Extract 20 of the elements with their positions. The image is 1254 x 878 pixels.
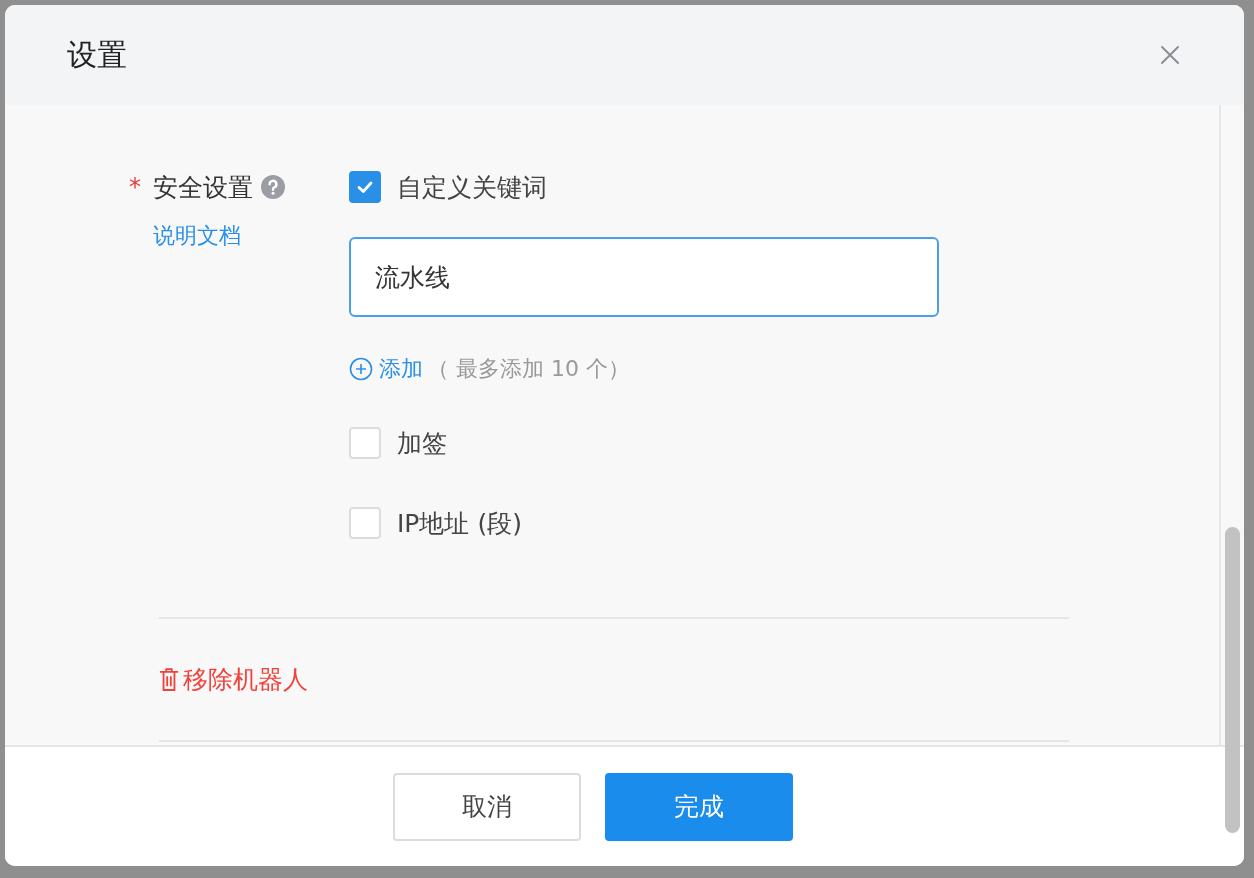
plus-circle-icon [349,357,373,381]
dialog-title: 设置 [67,35,127,74]
add-limit-hint: （ 最多添加 10 个） [427,355,630,383]
option-label: 自定义关键词 [397,171,547,204]
add-link[interactable]: 添加 [349,354,423,384]
scrollbar-thumb[interactable] [1225,527,1240,833]
field-label: 安全设置 [153,171,253,204]
remove-robot-link[interactable]: 移除机器人 [159,663,308,696]
option-label: IP地址 (段) [397,507,522,540]
required-mark: * [129,173,142,201]
keyword-value: 流水线 [375,261,450,294]
documentation-link[interactable]: 说明文档 [153,221,241,251]
help-icon[interactable] [261,175,285,199]
checkbox[interactable] [349,171,381,203]
cancel-button[interactable]: 取消 [392,772,581,841]
confirm-button[interactable]: 完成 [604,772,793,841]
option-label: 加签 [397,427,447,460]
keyword-input-field[interactable]: 流水线 [349,237,939,317]
trash-icon [159,667,179,692]
close-icon[interactable] [1160,45,1180,65]
